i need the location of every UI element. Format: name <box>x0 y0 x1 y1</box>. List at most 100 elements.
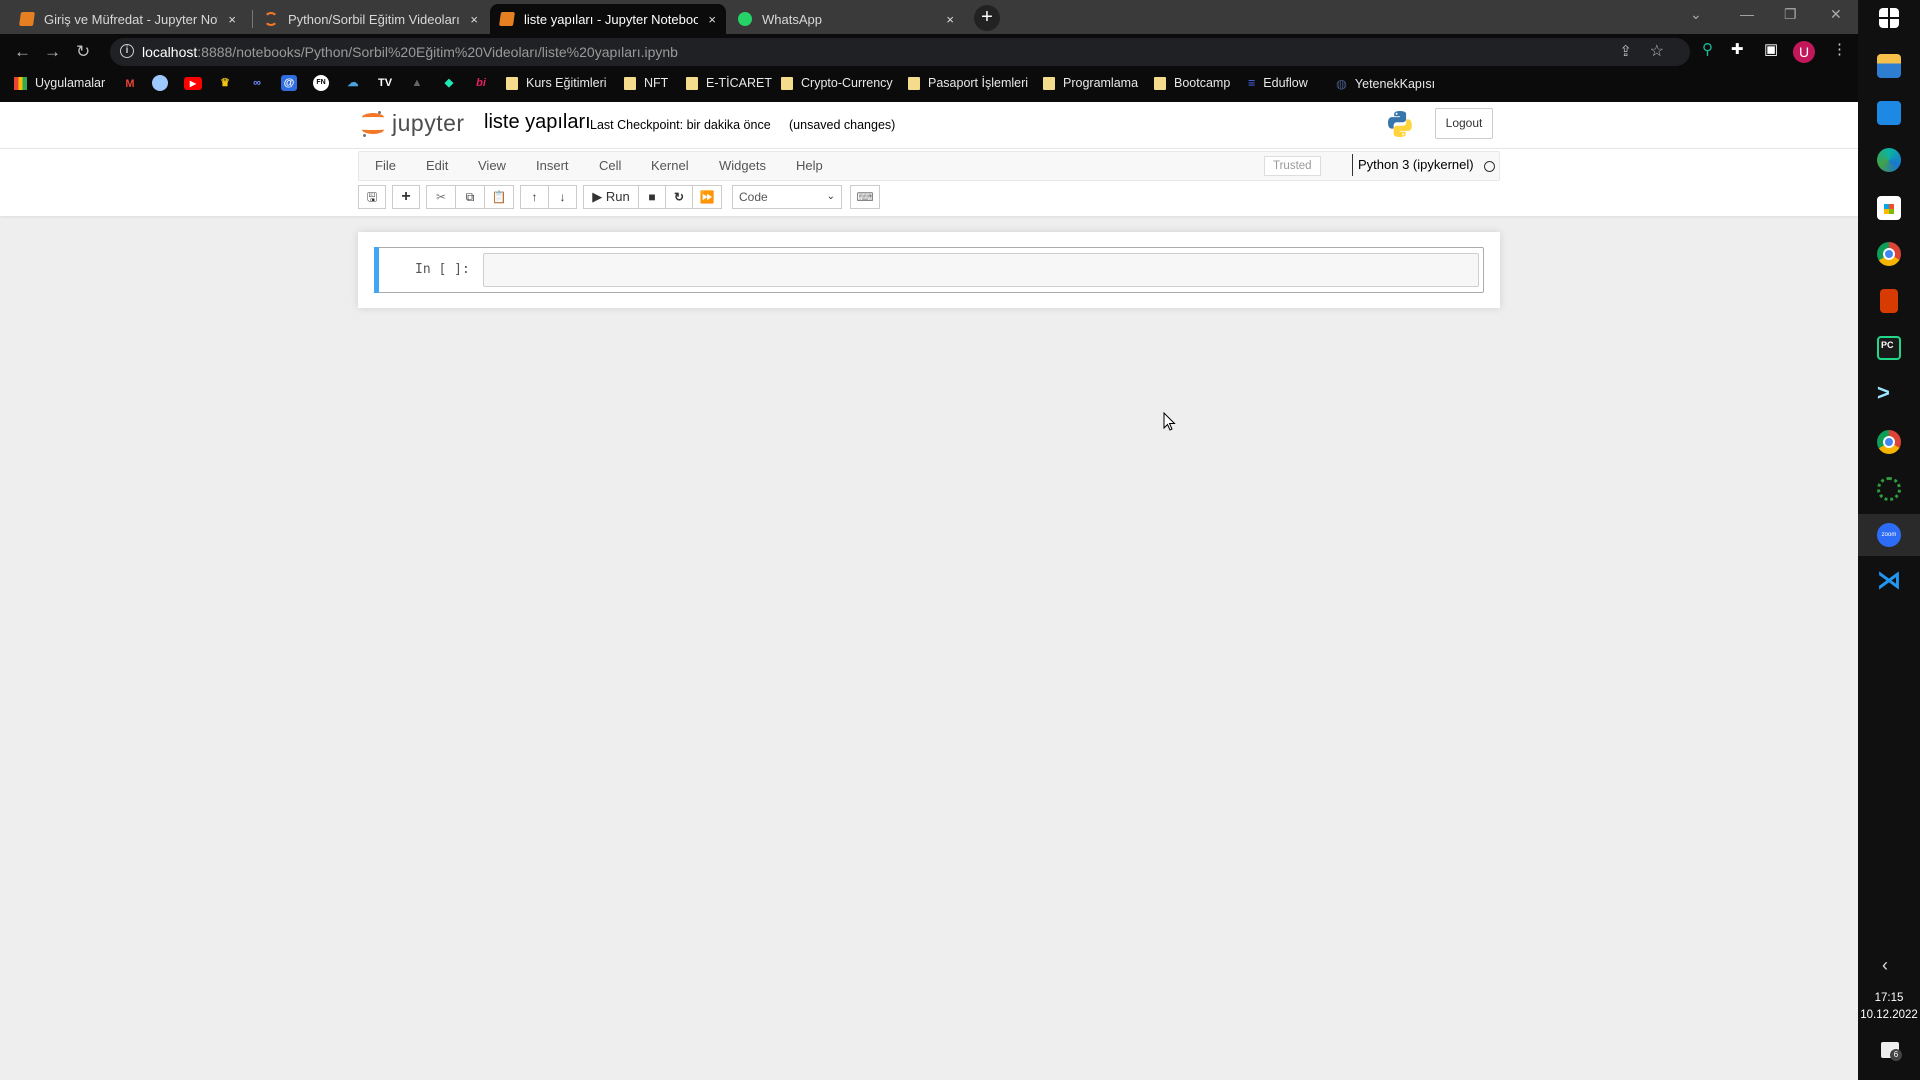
url-text[interactable]: localhost:8888/notebooks/Python/Sorbil%2… <box>142 44 678 60</box>
menu-edit[interactable]: Edit <box>426 158 448 173</box>
system-clock[interactable]: 17:15 10.12.2022 <box>1858 990 1920 1024</box>
apps-bookmark[interactable]: Uygulamalar <box>14 76 105 90</box>
menu-file[interactable]: File <box>375 158 396 173</box>
bookmark-site-icon[interactable]: FN <box>313 75 329 91</box>
move-down-button[interactable]: ↓ <box>548 185 577 209</box>
move-up-button[interactable]: ↑ <box>520 185 549 209</box>
restart-run-all-button[interactable]: ⏩ <box>692 185 722 209</box>
notebook-title[interactable]: liste yapıları <box>484 111 591 134</box>
bookmark-site-icon[interactable]: ☁ <box>345 75 361 91</box>
new-tab-button[interactable]: + <box>974 5 1000 31</box>
bookmark-folder[interactable]: Kurs Eğitimleri <box>506 76 607 90</box>
tab-search-icon[interactable]: ⌄ <box>1690 6 1702 23</box>
cell-type-select[interactable]: Code ⌄ <box>732 185 842 209</box>
tab-label: WhatsApp <box>762 11 822 27</box>
close-window-icon[interactable]: ✕ <box>1830 6 1842 23</box>
tab-liste-yapilari[interactable]: liste yapıları - Jupyter Notebook × <box>490 4 726 34</box>
bookmark-link[interactable]: ≡ Eduflow <box>1248 76 1308 90</box>
windows-start-icon[interactable] <box>1879 8 1899 28</box>
stop-icon: ■ <box>648 190 656 204</box>
bookmark-site-icon[interactable]: ◆ <box>441 75 457 91</box>
file-explorer-icon[interactable] <box>1877 54 1901 78</box>
menu-widgets[interactable]: Widgets <box>719 158 766 173</box>
tab-whatsapp[interactable]: WhatsApp × <box>728 4 964 34</box>
copy-button[interactable]: ⧉ <box>455 185 485 209</box>
browser-menu-icon[interactable]: ⋮ <box>1832 40 1847 58</box>
menu-help[interactable]: Help <box>796 158 823 173</box>
save-button[interactable]: 🖫 <box>358 185 386 209</box>
bookmark-site-icon[interactable]: @ <box>281 75 297 91</box>
share-icon[interactable]: ⇪ <box>1619 42 1632 60</box>
bookmark-site-icon[interactable]: bi <box>473 75 489 91</box>
code-input[interactable] <box>483 253 1479 287</box>
office-icon[interactable] <box>1880 289 1898 313</box>
forward-icon[interactable]: → <box>44 42 61 62</box>
tab-python-sorbil[interactable]: Python/Sorbil Eğitim Videoları/ × <box>254 4 488 34</box>
tradingview-icon[interactable]: TV <box>377 75 393 91</box>
close-tab-icon[interactable]: × <box>946 12 954 27</box>
folder-icon <box>781 76 793 90</box>
key-extension-icon[interactable]: ⚲ <box>1702 40 1713 58</box>
bookmark-site-icon[interactable] <box>152 75 168 91</box>
bookmark-link[interactable]: ◍ YetenekKapısı <box>1336 76 1435 92</box>
interrupt-button[interactable]: ■ <box>638 185 666 209</box>
bookmark-folder[interactable]: Bootcamp <box>1154 76 1230 90</box>
kernel-name[interactable]: Python 3 (ipykernel) <box>1352 154 1474 176</box>
mail-icon[interactable] <box>1877 101 1901 125</box>
bookmark-site-icon[interactable]: ♛ <box>217 75 233 91</box>
site-info-icon[interactable]: i <box>120 44 134 58</box>
back-icon[interactable]: ← <box>14 42 31 62</box>
restore-icon[interactable]: ❐ <box>1784 6 1797 23</box>
app-circle-icon[interactable] <box>1877 477 1901 501</box>
cell-type-value: Code <box>739 190 768 204</box>
bookmark-star-icon[interactable]: ☆ <box>1650 41 1664 61</box>
side-panel-icon[interactable]: ▣ <box>1764 40 1778 58</box>
profile-avatar[interactable]: U <box>1793 41 1815 63</box>
close-tab-icon[interactable]: × <box>708 12 716 27</box>
powershell-icon[interactable]: > <box>1877 382 1901 406</box>
bookmark-folder[interactable]: NFT <box>624 76 668 90</box>
microsoft-store-icon[interactable] <box>1877 196 1901 220</box>
bookmark-folder[interactable]: Programlama <box>1043 76 1138 90</box>
eduflow-icon: ≡ <box>1248 76 1256 90</box>
pycharm-icon[interactable]: PC <box>1877 336 1901 360</box>
cut-button[interactable]: ✂ <box>426 185 456 209</box>
tray-expand-chevron-icon[interactable]: ‹ <box>1882 955 1888 976</box>
insert-cell-button[interactable]: + <box>392 185 420 209</box>
jupyter-logo[interactable]: jupyter <box>362 110 465 137</box>
chrome-icon[interactable] <box>1877 430 1901 454</box>
browser-chrome: Giriş ve Müfredat - Jupyter Notebook × P… <box>0 0 1858 102</box>
chrome-icon[interactable] <box>1877 242 1901 266</box>
youtube-icon[interactable]: ▶ <box>184 77 202 90</box>
paste-icon: 📋 <box>491 190 507 204</box>
bookmark-site-icon[interactable]: ∞ <box>249 75 265 91</box>
paste-button[interactable]: 📋 <box>484 185 514 209</box>
bookmark-folder[interactable]: Crypto-Currency <box>781 76 893 90</box>
restart-button[interactable]: ↻ <box>665 185 693 209</box>
trusted-badge[interactable]: Trusted <box>1264 156 1321 176</box>
notification-center-icon[interactable]: 6 <box>1881 1042 1902 1061</box>
zoom-icon[interactable]: zoom <box>1877 523 1901 547</box>
menu-kernel[interactable]: Kernel <box>651 158 689 173</box>
code-cell[interactable]: In [ ]: <box>374 247 1484 293</box>
command-palette-button[interactable]: ⌨ <box>850 185 880 209</box>
reload-icon[interactable]: ↻ <box>76 42 90 62</box>
bookmark-folder[interactable]: E-TİCARET <box>686 76 772 90</box>
close-tab-icon[interactable]: × <box>470 12 478 27</box>
gmail-icon[interactable]: M <box>122 76 138 92</box>
extensions-puzzle-icon[interactable]: ✚ <box>1731 40 1744 58</box>
vscode-icon[interactable]: ⋊ <box>1877 569 1901 594</box>
address-bar[interactable]: i localhost:8888/notebooks/Python/Sorbil… <box>110 38 1690 66</box>
minimize-icon[interactable]: — <box>1740 6 1754 22</box>
menu-view[interactable]: View <box>478 158 506 173</box>
run-button[interactable]: ▶ Run <box>583 185 639 209</box>
menu-insert[interactable]: Insert <box>536 158 569 173</box>
logout-button[interactable]: Logout <box>1435 108 1493 139</box>
edge-icon[interactable] <box>1877 148 1901 172</box>
bookmark-site-icon[interactable]: ▲ <box>409 75 425 91</box>
menu-cell[interactable]: Cell <box>599 158 621 173</box>
close-tab-icon[interactable]: × <box>228 12 236 27</box>
tab-giris-mufredat[interactable]: Giriş ve Müfredat - Jupyter Notebook × <box>10 4 246 34</box>
url-host: localhost <box>142 44 198 60</box>
bookmark-folder[interactable]: Pasaport İşlemleri <box>908 76 1028 90</box>
